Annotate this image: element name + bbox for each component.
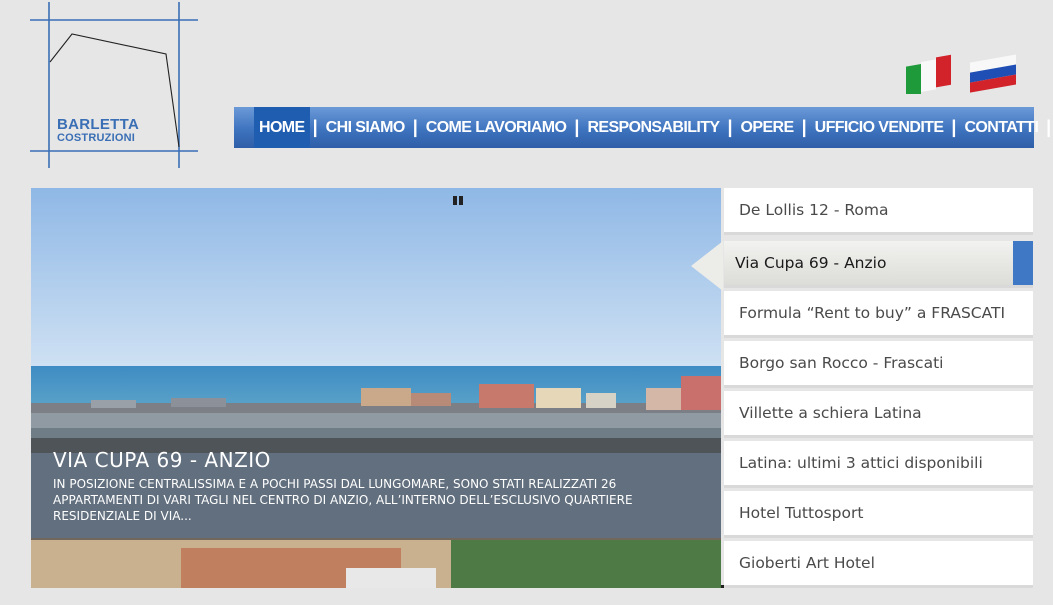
company-logo[interactable]: BARLETTA COSTRUZIONI: [30, 2, 200, 170]
project-item[interactable]: Latina: ultimi 3 attici disponibili: [724, 441, 1033, 488]
project-item[interactable]: Formula “Rent to buy” a FRASCATI: [724, 291, 1033, 338]
nav-ufficio-vendite[interactable]: UFFICIO VENDITE: [810, 107, 949, 148]
italy-flag-icon[interactable]: [904, 52, 956, 97]
project-label: De Lollis 12 - Roma: [739, 201, 889, 219]
nav-come-lavoriamo[interactable]: COME LAVORIAMO: [421, 107, 572, 148]
active-indicator: [1013, 241, 1033, 285]
slide-caption: VIA CUPA 69 - ANZIO In posizione central…: [31, 438, 721, 540]
russia-flag-icon[interactable]: [968, 52, 1020, 94]
slide-title[interactable]: VIA CUPA 69 - ANZIO: [53, 448, 699, 472]
pause-icon[interactable]: [451, 196, 465, 208]
nav-home[interactable]: HOME: [254, 107, 310, 148]
nav-chi-siamo[interactable]: CHI SIAMO: [321, 107, 410, 148]
slide-description: In posizione centralissima e a pochi pas…: [53, 477, 633, 523]
nav-contatti[interactable]: CONTATTI: [959, 107, 1043, 148]
logo-subtitle: COSTRUZIONI: [57, 132, 135, 144]
logo-name: BARLETTA: [57, 116, 140, 133]
logo-mark: [30, 2, 198, 168]
project-label: Villette a schiera Latina: [739, 404, 922, 422]
featured-slider[interactable]: VIA CUPA 69 - ANZIO In posizione central…: [31, 188, 721, 588]
nav-separator: |: [412, 117, 418, 137]
project-item[interactable]: Borgo san Rocco - Frascati: [724, 341, 1033, 388]
project-list: De Lollis 12 - Roma Via Cupa 69 - Anzio …: [724, 188, 1034, 588]
project-item[interactable]: Hotel Tuttosport: [724, 491, 1033, 538]
project-item-active[interactable]: Via Cupa 69 - Anzio: [724, 241, 1033, 288]
project-item[interactable]: Gioberti Art Hotel: [724, 541, 1033, 588]
project-item[interactable]: Villette a schiera Latina: [724, 391, 1033, 438]
nav-separator: |: [312, 117, 318, 137]
nav-separator: |: [727, 117, 733, 137]
nav-separator: |: [574, 117, 580, 137]
active-pointer: [691, 241, 723, 291]
project-label: Borgo san Rocco - Frascati: [739, 354, 944, 372]
project-label: Gioberti Art Hotel: [739, 554, 875, 572]
nav-responsability[interactable]: RESPONSABILITY: [582, 107, 724, 148]
project-label: Formula “Rent to buy” a FRASCATI: [739, 304, 1006, 322]
nav-separator: |: [951, 117, 957, 137]
nav-separator: |: [1046, 117, 1052, 137]
project-label: Via Cupa 69 - Anzio: [735, 254, 887, 272]
project-label: Latina: ultimi 3 attici disponibili: [739, 454, 983, 472]
nav-opere[interactable]: OPERE: [736, 107, 799, 148]
project-label: Hotel Tuttosport: [739, 504, 864, 522]
nav-separator: |: [801, 117, 807, 137]
main-nav: HOME | CHI SIAMO | COME LAVORIAMO | RESP…: [234, 107, 1051, 148]
project-item[interactable]: De Lollis 12 - Roma: [724, 188, 1033, 235]
